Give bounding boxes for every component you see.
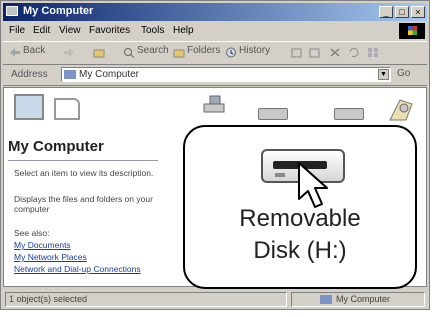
control-panel-icon[interactable]: [386, 94, 416, 124]
forward-arrow-icon[interactable]: [63, 47, 75, 58]
drive-icon[interactable]: [258, 108, 288, 120]
status-text: 1 object(s) selected: [5, 292, 287, 307]
computer-icon: [320, 295, 332, 304]
mouse-pointer-icon: [298, 162, 328, 208]
minimize-button[interactable]: _: [379, 6, 393, 18]
toolbar: Back Search Folders History: [3, 41, 427, 65]
folders-button[interactable]: Folders: [187, 45, 220, 56]
left-pane: My Computer Select an item to view its d…: [4, 88, 164, 286]
back-button[interactable]: Back: [23, 45, 45, 56]
info-text: Displays the files and folders on your c…: [14, 194, 153, 214]
status-zone-text: My Computer: [336, 294, 391, 304]
copy-to-icon[interactable]: [309, 47, 321, 58]
see-also-label: See also:: [14, 228, 50, 238]
menu-file[interactable]: File: [9, 25, 25, 36]
go-button[interactable]: Go: [397, 68, 410, 79]
move-to-icon[interactable]: [291, 47, 303, 58]
back-arrow-icon[interactable]: [9, 47, 21, 58]
hint-text: Select an item to view its description.: [14, 168, 154, 178]
pane-title: My Computer: [8, 138, 104, 155]
address-value: My Computer: [79, 69, 140, 80]
chevron-down-icon[interactable]: ▼: [378, 69, 389, 80]
windows-logo-icon: [399, 23, 425, 39]
up-folder-icon[interactable]: [93, 47, 105, 58]
maximize-button[interactable]: □: [395, 6, 409, 18]
computer-icon: [6, 6, 18, 16]
delete-icon[interactable]: [329, 47, 341, 58]
close-button[interactable]: ×: [411, 6, 425, 18]
address-bar: Address My Computer ▼ Go: [3, 65, 427, 86]
status-bar: 1 object(s) selected My Computer: [3, 291, 427, 308]
menu-view[interactable]: View: [59, 25, 81, 36]
menu-bar: File Edit View Favorites Tools Help: [3, 23, 427, 39]
link-network-connections[interactable]: Network and Dial-up Connections: [14, 264, 141, 274]
drive-icon[interactable]: [334, 108, 364, 120]
divider: [8, 160, 158, 161]
menu-favorites[interactable]: Favorites: [89, 25, 130, 36]
link-my-network-places[interactable]: My Network Places: [14, 252, 87, 262]
zoom-callout: Removable Disk (H:): [183, 125, 417, 289]
address-label: Address: [11, 69, 48, 80]
status-zone: My Computer: [291, 292, 425, 307]
network-drive-icon[interactable]: [200, 94, 228, 118]
computer-icon: [14, 94, 44, 120]
views-icon[interactable]: [367, 47, 379, 58]
menu-tools[interactable]: Tools: [141, 25, 164, 36]
computer-icon: [64, 70, 76, 79]
folder-outline-icon: [54, 98, 80, 120]
menu-help[interactable]: Help: [173, 25, 194, 36]
address-input[interactable]: My Computer ▼: [61, 67, 391, 82]
drive-label-line2: Disk (H:): [253, 237, 347, 264]
menu-edit[interactable]: Edit: [33, 25, 50, 36]
undo-icon[interactable]: [347, 47, 359, 58]
history-icon: [226, 47, 236, 58]
folder-icon: [173, 49, 185, 58]
window-title: My Computer: [23, 5, 94, 17]
link-my-documents[interactable]: My Documents: [14, 240, 71, 250]
search-icon: [124, 48, 135, 58]
search-button[interactable]: Search: [137, 45, 169, 56]
drive-label-line1: Removable: [239, 205, 361, 232]
title-bar[interactable]: My Computer _ □ ×: [3, 3, 427, 21]
history-button[interactable]: History: [239, 45, 270, 56]
